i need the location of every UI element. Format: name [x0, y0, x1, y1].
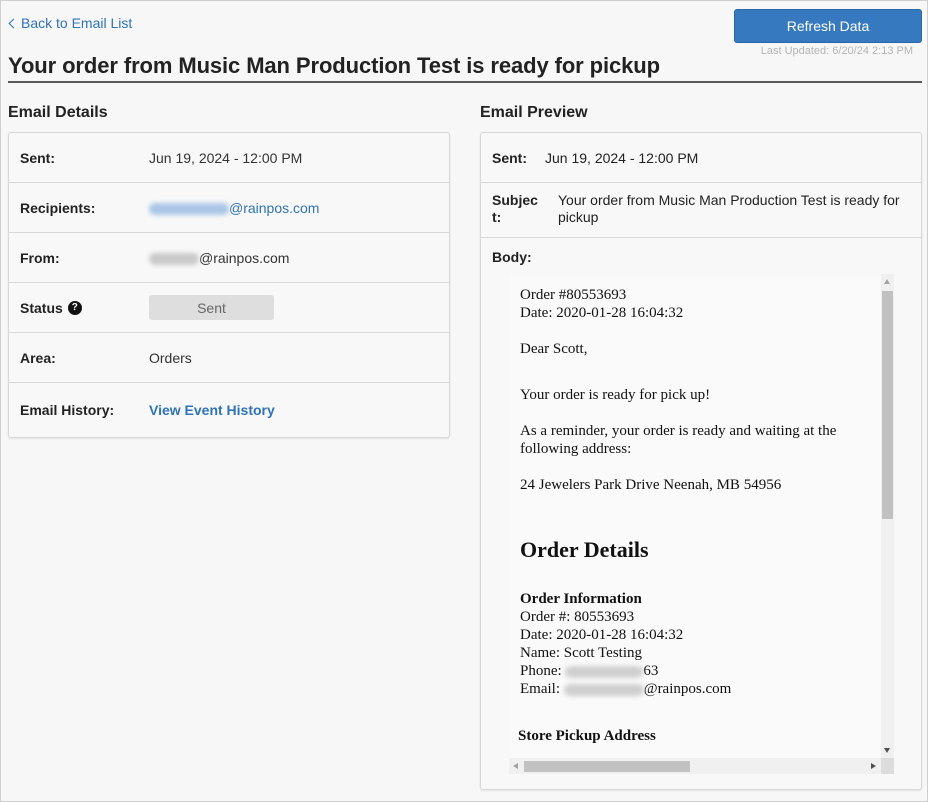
info-phone: Phone: 63 [520, 662, 870, 680]
email-order-line: Order #80553693 [520, 287, 627, 303]
detail-row-recipients: Recipients: @rainpos.com [9, 183, 449, 233]
detail-row-area: Area: Orders [9, 333, 449, 383]
info-date: Date: 2020-01-28 16:04:32 [520, 627, 684, 643]
info-phone-suffix: 63 [643, 663, 659, 679]
info-name: Name: Scott Testing [520, 645, 642, 661]
info-email: Email: @rainpos.com [520, 680, 870, 698]
preview-body-label: Body: [492, 249, 532, 265]
redacted-blur [565, 665, 644, 678]
scroll-left-icon[interactable] [513, 763, 518, 769]
area-value: Orders [149, 349, 192, 366]
subject-label-line-2: t: [492, 209, 502, 225]
detail-row-from: From: @rainpos.com [9, 233, 449, 283]
info-email-prefix: Email: [520, 681, 560, 697]
email-ready-line: Your order is ready for pick up! [520, 387, 711, 403]
email-body-content: Order #80553693 Date: 2020-01-28 16:04:3… [518, 286, 870, 745]
from-value: @rainpos.com [149, 250, 289, 266]
redacted-blur [149, 252, 199, 265]
order-details-heading: Order Details [520, 537, 649, 562]
detail-row-history: Email History: View Event History [9, 383, 449, 437]
info-order-number: Order #: 80553693 [520, 609, 635, 625]
recipients-label: Recipients: [20, 199, 96, 216]
horizontal-scrollbar[interactable] [509, 758, 894, 774]
recipients-value[interactable]: @rainpos.com [149, 200, 319, 216]
preview-sent-label: Sent: [492, 149, 527, 166]
store-pickup-heading: Store Pickup Address [518, 728, 656, 744]
sent-label: Sent: [20, 149, 55, 166]
back-to-email-list-link[interactable]: Back to Email List [8, 15, 132, 31]
email-history-label: Email History: [20, 402, 115, 418]
email-greeting: Dear Scott, [520, 341, 588, 357]
email-details-panel: Sent: Jun 19, 2024 - 12:00 PM Recipients… [8, 132, 450, 438]
status-badge: Sent [149, 295, 274, 320]
view-event-history-link[interactable]: View Event History [149, 402, 275, 418]
email-reminder: As a reminder, your order is ready and w… [520, 423, 837, 457]
chevron-left-icon [8, 18, 19, 28]
preview-sent-value: Jun 19, 2024 - 12:00 PM [545, 149, 699, 166]
email-date-line: Date: 2020-01-28 16:04:32 [520, 305, 684, 321]
email-details-heading: Email Details [8, 104, 108, 121]
status-label-group: Status ? [9, 300, 149, 316]
area-label: Area: [20, 349, 56, 366]
preview-subject-label: Subjec t: [481, 192, 558, 226]
redacted-blur [563, 683, 644, 696]
horizontal-scroll-thumb[interactable] [524, 761, 690, 772]
email-preview-heading: Email Preview [480, 104, 588, 121]
refresh-data-button[interactable]: Refresh Data [734, 9, 922, 43]
sent-value: Jun 19, 2024 - 12:00 PM [149, 149, 303, 166]
scroll-down-icon[interactable] [884, 748, 890, 753]
email-address: 24 Jewelers Park Drive Neenah, MB 54956 [520, 477, 782, 493]
scrollbar-corner [881, 758, 894, 774]
scroll-right-icon[interactable] [871, 763, 876, 769]
preview-row-subject: Subjec t: Your order from Music Man Prod… [481, 183, 921, 238]
recipients-email[interactable]: @rainpos.com [229, 200, 319, 216]
help-icon[interactable]: ? [67, 300, 82, 315]
status-label: Status [20, 299, 63, 316]
detail-row-status: Status ? Sent [9, 283, 449, 333]
page-title: Your order from Music Man Production Tes… [8, 53, 660, 78]
email-body-frame[interactable]: Order #80553693 Date: 2020-01-28 16:04:3… [509, 274, 894, 774]
last-updated-text: Last Updated: 6/20/24 2:13 PM [760, 45, 913, 57]
vertical-scrollbar[interactable] [881, 274, 894, 758]
order-information-heading: Order Information [520, 591, 642, 607]
from-label: From: [20, 249, 60, 266]
preview-subject-value: Your order from Music Man Production Tes… [558, 192, 900, 225]
detail-row-sent: Sent: Jun 19, 2024 - 12:00 PM [9, 133, 449, 183]
from-email: @rainpos.com [199, 249, 290, 266]
vertical-scroll-thumb[interactable] [882, 291, 893, 519]
redacted-blur [149, 202, 229, 215]
back-link-label: Back to Email List [21, 15, 133, 31]
info-phone-prefix: Phone: [520, 663, 562, 679]
subject-label-line-1: Subjec [492, 192, 538, 208]
preview-row-sent: Sent: Jun 19, 2024 - 12:00 PM [481, 133, 921, 183]
email-preview-panel: Sent: Jun 19, 2024 - 12:00 PM Subjec t: … [480, 132, 922, 790]
info-email-suffix: @rainpos.com [643, 681, 732, 697]
title-divider [8, 81, 922, 83]
scroll-up-icon[interactable] [884, 279, 890, 284]
